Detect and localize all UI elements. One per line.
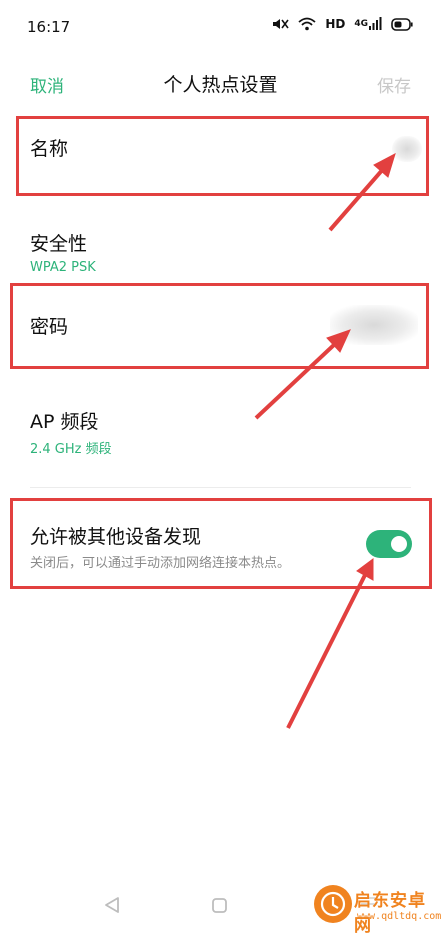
home-icon[interactable] — [211, 897, 229, 919]
site-watermark: 启东安卓网 www.qdltdq.com — [311, 880, 441, 936]
status-icons: HD 4G — [271, 17, 413, 31]
highlight-box-name — [16, 116, 429, 196]
save-button[interactable]: 保存 — [377, 72, 411, 97]
signal-icon: 4G — [354, 17, 382, 31]
page-title: 个人热点设置 — [163, 74, 278, 96]
highlight-box-password — [10, 283, 429, 369]
mute-icon — [271, 17, 289, 31]
battery-icon — [391, 17, 413, 31]
security-label: 安全性 — [30, 233, 88, 255]
band-label: AP 频段 — [30, 411, 99, 433]
watermark-logo — [314, 885, 352, 923]
highlight-box-discover — [10, 498, 432, 589]
signal-label: 4G — [354, 19, 368, 29]
security-value: WPA2 PSK — [30, 260, 96, 275]
header-bar: 取消 个人热点设置 保存 — [0, 62, 441, 106]
section-divider — [30, 487, 411, 488]
network-type-label: HD — [325, 17, 346, 31]
status-time: 16:17 — [27, 18, 71, 36]
band-value: 2.4 GHz 频段 — [30, 442, 112, 457]
status-bar: 16:17 HD 4G — [0, 0, 441, 54]
watermark-url: www.qdltdq.com — [357, 911, 441, 922]
back-icon[interactable] — [103, 896, 121, 918]
band-setting-row[interactable]: AP 频段 2.4 GHz 频段 — [0, 392, 441, 464]
security-setting-row[interactable]: 安全性 WPA2 PSK — [0, 214, 441, 278]
wifi-icon — [298, 17, 316, 31]
arrow-discover-shaft — [286, 574, 367, 729]
